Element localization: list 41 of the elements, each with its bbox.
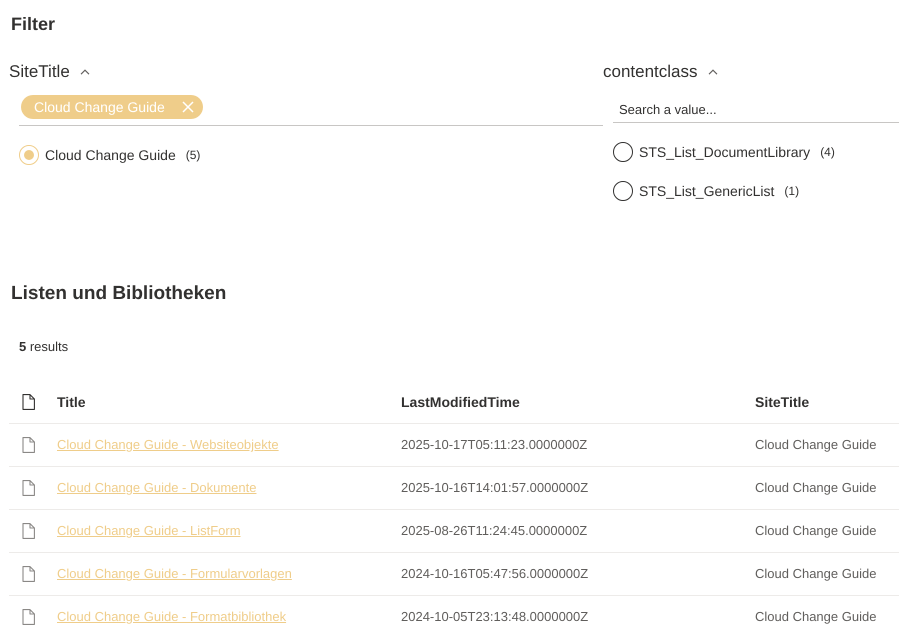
file-icon — [22, 394, 35, 410]
option-label[interactable]: STS_List_GenericList — [639, 183, 774, 199]
column-header: LastModifiedTime — [401, 394, 520, 410]
title-link[interactable]: Cloud Change Guide - ListForm — [57, 523, 241, 538]
column-header: SiteTitle — [755, 394, 810, 410]
section-title: Listen und Bibliotheken — [11, 282, 226, 306]
title-link[interactable]: Cloud Change Guide - Dokumente — [57, 480, 256, 495]
radio-button[interactable] — [613, 142, 633, 162]
filter-group-title: SiteTitle — [9, 61, 70, 83]
file-icon — [22, 609, 35, 625]
table-cell: 2025-10-17T05:11:23.0000000Z — [401, 437, 588, 452]
table-cell: 2024-10-16T05:47:56.0000000Z — [401, 566, 588, 581]
filter-chip[interactable]: Cloud Change Guide — [21, 95, 203, 119]
option-count: (1) — [784, 184, 800, 198]
option-label[interactable]: Cloud Change Guide — [45, 147, 176, 163]
section-title: Filter — [11, 13, 56, 36]
table-cell: Cloud Change Guide — [755, 523, 876, 538]
table-cell: 2024-10-05T23:13:48.0000000Z — [401, 609, 588, 624]
filter-group-title: contentclass — [603, 61, 698, 83]
file-icon — [22, 523, 35, 539]
chevron-up-icon[interactable] — [80, 69, 90, 75]
table-cell: 2025-08-26T11:24:45.0000000Z — [401, 523, 588, 538]
option-count: (4) — [820, 145, 835, 159]
file-icon — [22, 480, 35, 496]
chevron-up-icon[interactable] — [708, 69, 718, 75]
file-icon — [22, 566, 35, 582]
title-link[interactable]: Cloud Change Guide - Formularvorlagen — [57, 566, 292, 581]
results-count: 5 results — [19, 338, 68, 356]
radio-button[interactable] — [613, 181, 633, 201]
title-link[interactable]: Cloud Change Guide - Formatbibliothek — [57, 609, 286, 624]
file-icon — [22, 437, 35, 453]
option-label[interactable]: STS_List_DocumentLibrary — [639, 144, 810, 160]
title-link[interactable]: Cloud Change Guide - Websiteobjekte — [57, 437, 279, 452]
table-cell: Cloud Change Guide — [755, 609, 876, 624]
search-field[interactable]: Search a value... — [613, 96, 899, 123]
table-cell: Cloud Change Guide — [755, 480, 876, 495]
table-cell: Cloud Change Guide — [755, 566, 876, 581]
option-count: (5) — [186, 148, 200, 162]
table-cell: Cloud Change Guide — [755, 437, 876, 452]
table-cell: 2025-10-16T14:01:57.0000000Z — [401, 480, 588, 495]
column-header: Title — [57, 394, 86, 410]
